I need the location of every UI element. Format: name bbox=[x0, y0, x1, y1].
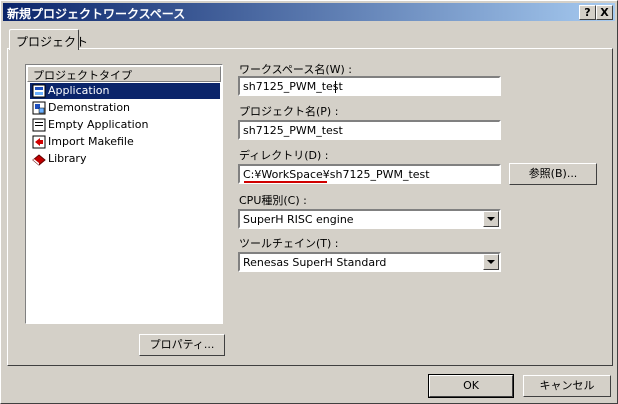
close-button[interactable]: X bbox=[596, 5, 613, 20]
library-icon bbox=[32, 154, 46, 166]
tab-project-label: プロジェクト bbox=[16, 35, 89, 49]
directory-value: C:¥WorkSpace¥sh7125_PWM_test bbox=[243, 168, 430, 181]
browse-button[interactable]: 参照(B)... bbox=[509, 163, 597, 185]
cpu-type-select[interactable]: SuperH RISC engine bbox=[238, 209, 501, 229]
cpu-type-value: SuperH RISC engine bbox=[243, 213, 354, 226]
project-name-input[interactable]: sh7125_PWM_test bbox=[238, 120, 501, 140]
project-type-item-application[interactable]: Application bbox=[30, 83, 220, 99]
import-makefile-icon bbox=[32, 135, 46, 149]
new-project-workspace-dialog: 新規プロジェクトワークスペース ? X プロジェクト プロジェクトタイプ App… bbox=[0, 0, 618, 404]
properties-button[interactable]: プロパティ... bbox=[139, 334, 225, 356]
tab-project[interactable]: プロジェクト bbox=[9, 29, 88, 50]
text-caret bbox=[335, 81, 336, 93]
title-bar[interactable]: 新規プロジェクトワークスペース ? X bbox=[3, 3, 615, 21]
chevron-down-icon[interactable] bbox=[483, 254, 499, 270]
project-name-label: プロジェクト名(P) : bbox=[239, 105, 339, 118]
project-type-label: Demonstration bbox=[48, 101, 131, 114]
empty-application-icon bbox=[32, 118, 46, 132]
workspace-name-input[interactable]: sh7125_PWM_test bbox=[238, 76, 501, 96]
toolchain-label: ツールチェイン(T) : bbox=[239, 237, 339, 250]
toolchain-value: Renesas SuperH Standard bbox=[243, 256, 387, 269]
demonstration-icon bbox=[32, 101, 46, 115]
project-type-label: Empty Application bbox=[48, 118, 149, 131]
project-type-label: Library bbox=[48, 152, 87, 165]
application-icon bbox=[32, 84, 46, 98]
project-type-item-demonstration[interactable]: Demonstration bbox=[30, 100, 220, 116]
workspace-name-value: sh7125_PWM_test bbox=[243, 80, 343, 93]
project-type-label: Application bbox=[48, 84, 110, 97]
help-button[interactable]: ? bbox=[579, 5, 596, 20]
annotation-underline bbox=[244, 181, 327, 183]
project-type-label: Import Makefile bbox=[48, 135, 134, 148]
toolchain-select[interactable]: Renesas SuperH Standard bbox=[238, 252, 501, 272]
project-type-item-library[interactable]: Library bbox=[30, 151, 220, 167]
ok-button[interactable]: OK bbox=[428, 374, 514, 398]
directory-input[interactable]: C:¥WorkSpace¥sh7125_PWM_test bbox=[238, 164, 501, 184]
cancel-button[interactable]: キャンセル bbox=[523, 375, 611, 397]
project-type-header: プロジェクトタイプ bbox=[27, 66, 221, 82]
project-name-value: sh7125_PWM_test bbox=[243, 124, 343, 137]
workspace-name-label: ワークスペース名(W) : bbox=[239, 63, 353, 76]
chevron-down-icon[interactable] bbox=[483, 211, 499, 227]
project-type-list[interactable]: プロジェクトタイプ Application Demonstration Empt… bbox=[25, 64, 223, 324]
cpu-type-label: CPU種別(C) : bbox=[239, 194, 307, 207]
window-title: 新規プロジェクトワークスペース bbox=[7, 7, 186, 21]
directory-label: ディレクトリ(D) : bbox=[239, 149, 329, 162]
project-type-item-import-makefile[interactable]: Import Makefile bbox=[30, 134, 220, 150]
project-type-header-label: プロジェクトタイプ bbox=[33, 69, 132, 82]
project-type-item-empty-application[interactable]: Empty Application bbox=[30, 117, 220, 133]
